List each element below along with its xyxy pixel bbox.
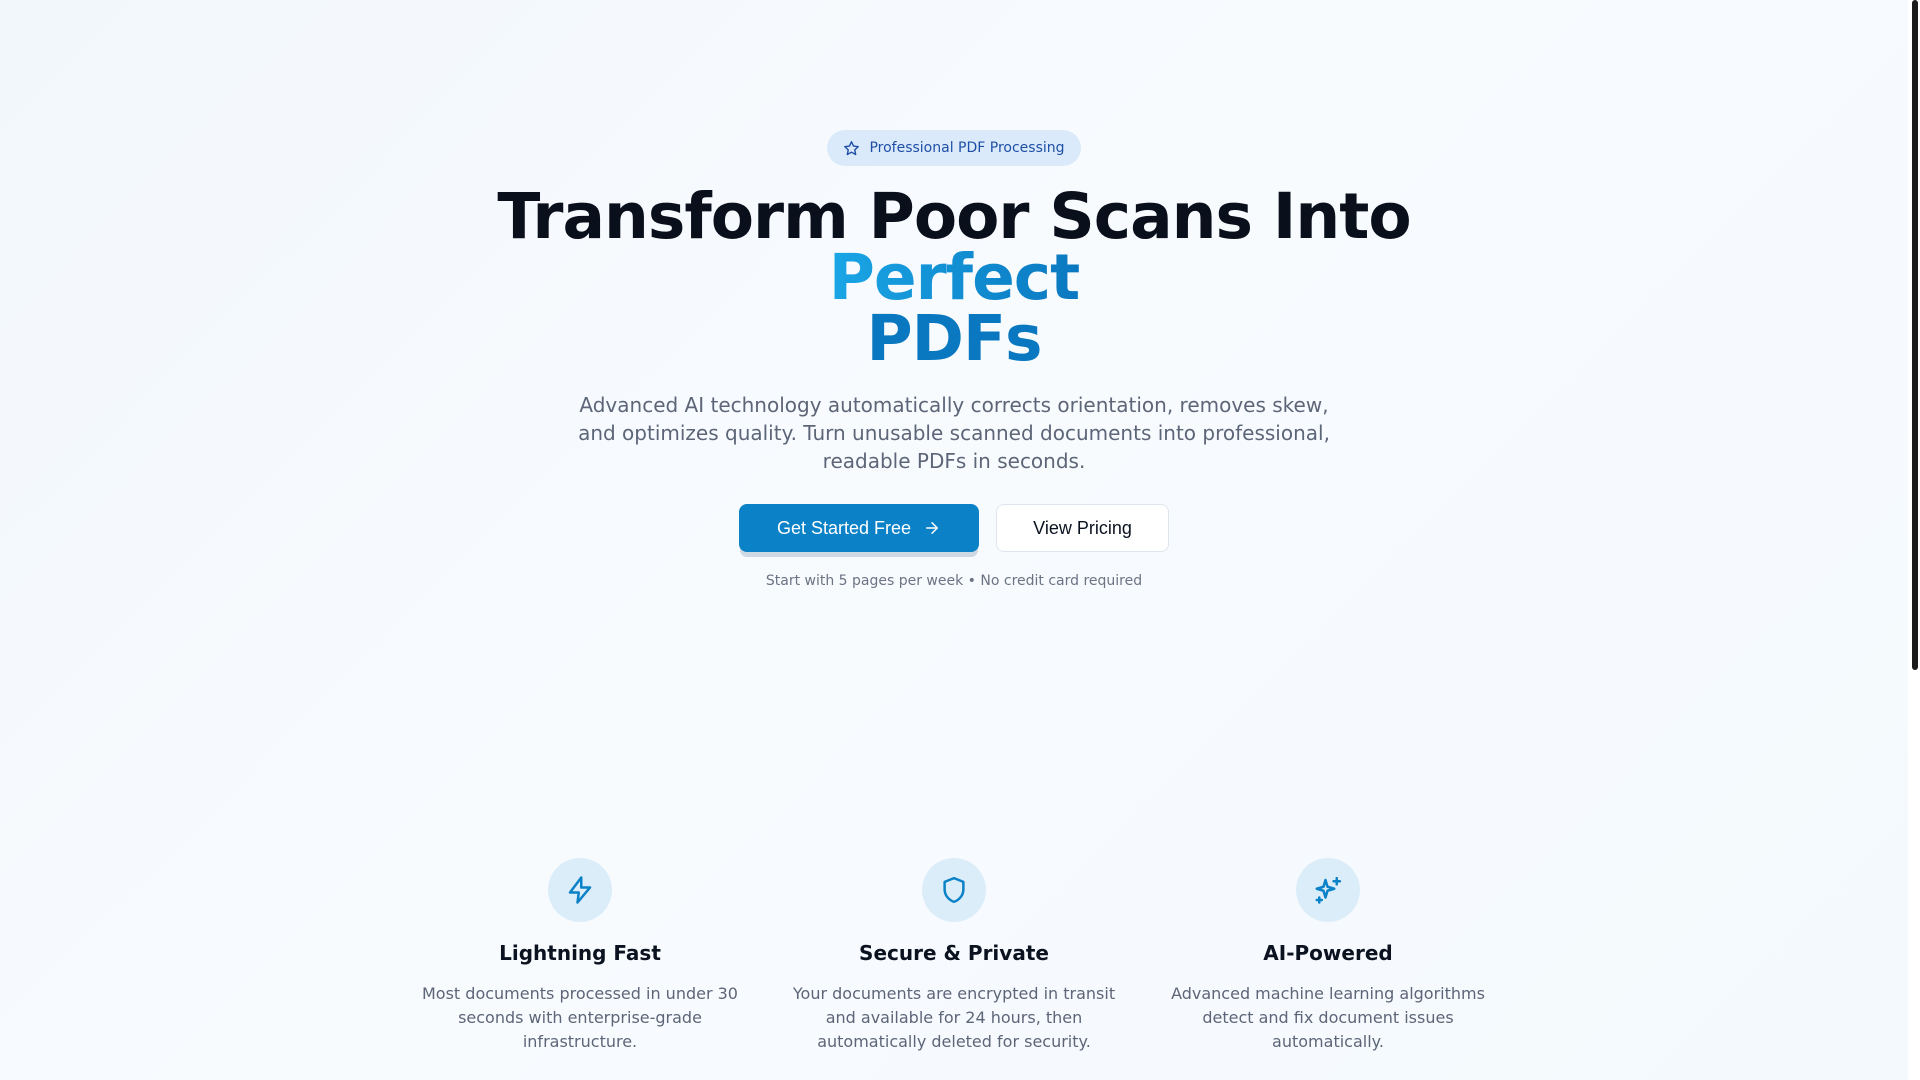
- view-pricing-label: View Pricing: [1033, 517, 1132, 538]
- hero-badge-label: Professional PDF Processing: [869, 140, 1065, 156]
- hero-headline: Transform Poor Scans Into Perfect PDFs: [434, 185, 1474, 370]
- hero-subtitle: Advanced AI technology automatically cor…: [578, 393, 1330, 473]
- features-section: Lightning Fast Most documents processed …: [0, 858, 1908, 1054]
- get-started-label: Get Started Free: [776, 517, 912, 538]
- feature-title: AI-Powered: [1263, 941, 1393, 965]
- view-pricing-button[interactable]: View Pricing: [996, 504, 1169, 552]
- lightning-icon: [548, 858, 612, 922]
- feature-lightning-fast: Lightning Fast Most documents processed …: [410, 858, 750, 1054]
- shield-icon: [922, 858, 986, 922]
- headline-accent-pdfs: PDFs: [866, 302, 1042, 375]
- feature-description: Advanced machine learning algorithms det…: [1171, 984, 1485, 1051]
- scrollbar-track[interactable]: [1908, 0, 1920, 1080]
- star-icon: [843, 140, 860, 157]
- get-started-button[interactable]: Get Started Free: [739, 504, 979, 552]
- hero-fine-print: Start with 5 pages per week • No credit …: [765, 573, 1143, 589]
- landing-page: Professional PDF Processing Transform Po…: [0, 0, 1908, 1080]
- feature-ai-powered: AI-Powered Advanced machine learning alg…: [1158, 858, 1498, 1054]
- feature-secure-private: Secure & Private Your documents are encr…: [784, 858, 1124, 1054]
- feature-description: Most documents processed in under 30 sec…: [422, 984, 738, 1051]
- hero-badge: Professional PDF Processing: [827, 130, 1081, 166]
- cta-row: Get Started Free View Pricing: [739, 504, 1169, 552]
- feature-title: Lightning Fast: [499, 941, 661, 965]
- scrollbar-thumb[interactable]: [1912, 0, 1918, 670]
- sparkles-icon: [1296, 858, 1360, 922]
- feature-title: Secure & Private: [859, 941, 1049, 965]
- arrow-right-icon: [923, 519, 941, 537]
- hero-section: Professional PDF Processing Transform Po…: [0, 130, 1908, 589]
- feature-description: Your documents are encrypted in transit …: [792, 984, 1116, 1051]
